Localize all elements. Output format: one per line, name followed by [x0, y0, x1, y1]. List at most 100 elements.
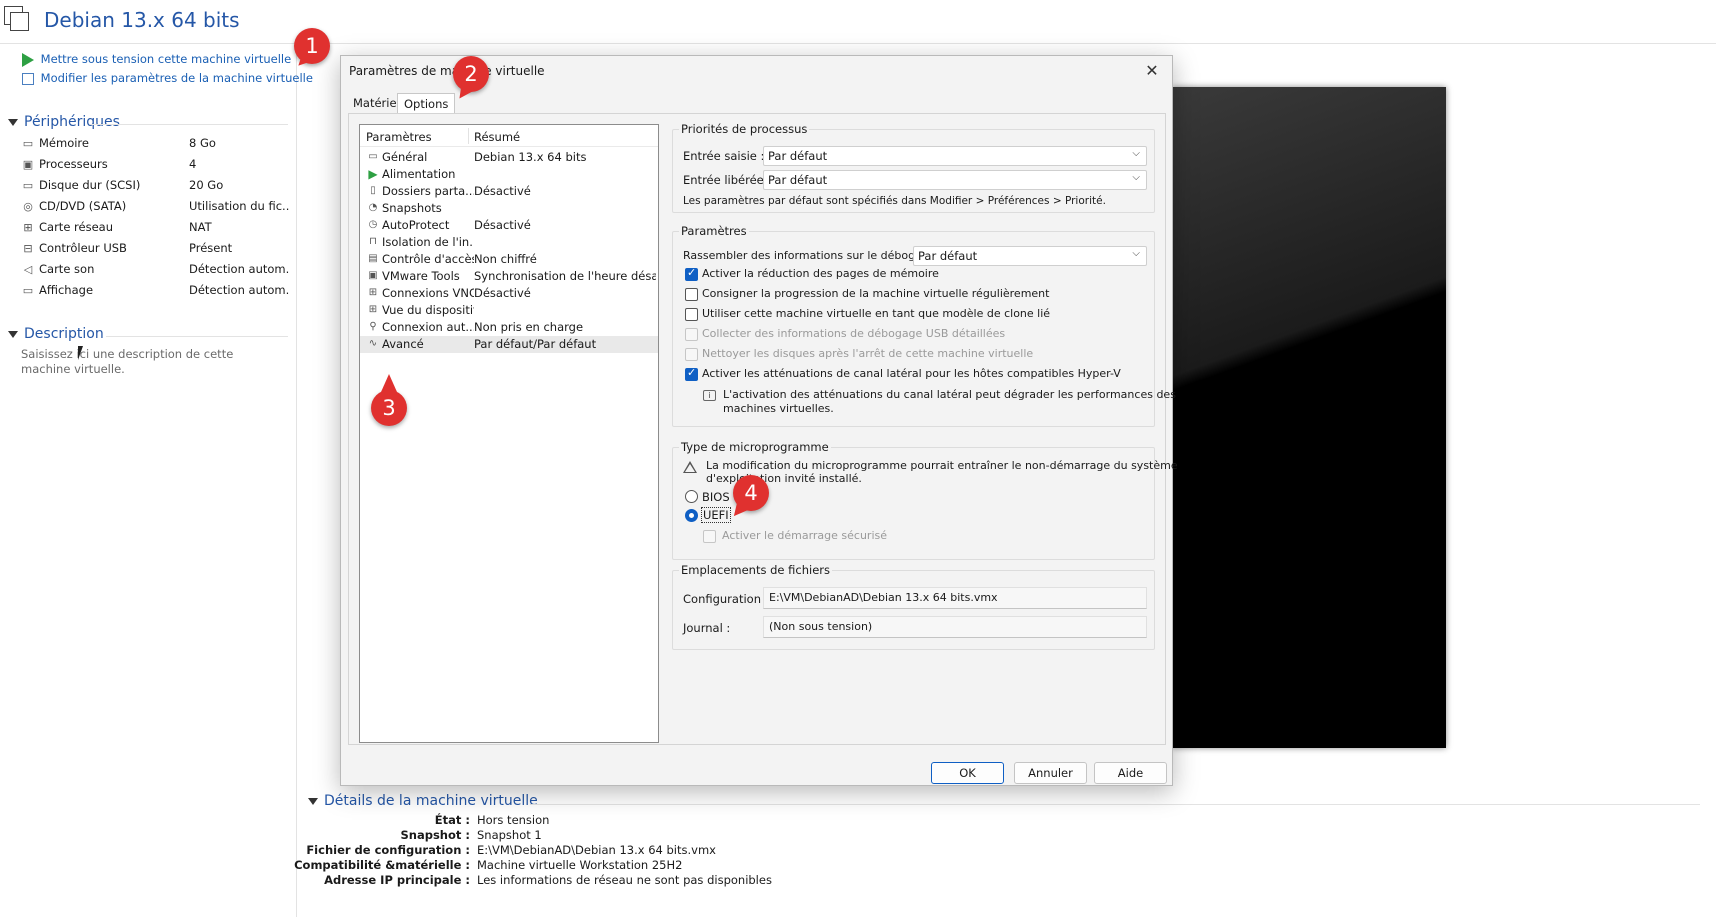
- help-button[interactable]: Aide: [1094, 762, 1167, 784]
- log-path-label: Journal :: [683, 621, 731, 635]
- options-list-row[interactable]: ◷ AutoProtect Désactivé: [360, 217, 658, 234]
- setting-checkbox[interactable]: [685, 348, 698, 361]
- vm-settings-dialog: Paramètres de machine virtuelle ✕ Matéri…: [340, 55, 1178, 786]
- options-list-row[interactable]: ▭ Général Debian 13.x 64 bits: [360, 149, 658, 166]
- device-view-icon: ⊞: [368, 304, 378, 315]
- option-summary: Debian 13.x 64 bits: [474, 150, 587, 164]
- power-on-link[interactable]: Mettre sous tension cette machine virtue…: [41, 52, 292, 66]
- vmware-tools-icon: ▣: [368, 270, 378, 281]
- debug-info-value: Par défaut: [918, 249, 978, 263]
- debug-info-select[interactable]: Par défaut ⌵: [913, 246, 1147, 266]
- detail-label: Fichier de configuration :: [306, 843, 470, 857]
- ok-button[interactable]: OK: [931, 762, 1004, 784]
- close-icon[interactable]: ✕: [1142, 61, 1162, 81]
- column-header-summary[interactable]: Résumé: [474, 130, 520, 144]
- input-grabbed-select[interactable]: Par défaut ⌵: [763, 146, 1147, 166]
- cpu-icon: ▣: [22, 158, 34, 171]
- option-name: Général: [382, 150, 428, 164]
- device-row[interactable]: ⊟ Contrôleur USB Présent: [20, 240, 290, 259]
- bios-label[interactable]: BIOS: [702, 490, 730, 504]
- device-row[interactable]: ▭ Affichage Détection autom...: [20, 282, 290, 301]
- description-placeholder[interactable]: Saisissez ici une description de cette m…: [21, 347, 271, 377]
- device-value: Détection autom...: [189, 283, 289, 297]
- setting-checkbox-label[interactable]: Activer les atténuations de canal latéra…: [702, 367, 1121, 380]
- log-path-field[interactable]: (Non sous tension): [763, 616, 1147, 638]
- option-name: Alimentation: [382, 167, 456, 181]
- file-locations-group: Emplacements de fichiers Configuration :…: [672, 563, 1155, 650]
- cd-dvd-icon: ◎: [23, 200, 33, 213]
- device-row[interactable]: ▣ Processeurs 4: [20, 156, 290, 175]
- options-list-row[interactable]: ⊞ Vue du dispositif: [360, 302, 658, 319]
- options-list-row[interactable]: ⚲ Connexion aut... Non pris en charge: [360, 319, 658, 336]
- setting-checkbox-label[interactable]: Consigner la progression de la machine v…: [702, 287, 1049, 300]
- secure-boot-checkbox[interactable]: [703, 530, 716, 543]
- device-row[interactable]: ⊞ Carte réseau NAT: [20, 219, 290, 238]
- devices-divider: [90, 124, 288, 125]
- shared-folders-icon: ▯: [370, 185, 376, 196]
- process-priorities-title: Priorités de processus: [679, 122, 810, 136]
- edit-settings-action[interactable]: Modifier les paramètres de la machine vi…: [22, 71, 313, 85]
- device-value: NAT: [189, 220, 212, 234]
- tab-options[interactable]: Options: [397, 93, 456, 114]
- column-header-settings[interactable]: Paramètres: [366, 130, 432, 144]
- input-grabbed-value: Par défaut: [768, 149, 828, 163]
- device-row[interactable]: ▭ Disque dur (SCSI) 20 Go: [20, 177, 290, 196]
- setting-checkbox-label[interactable]: Utiliser cette machine virtuelle en tant…: [702, 307, 1050, 320]
- cancel-button[interactable]: Annuler: [1014, 762, 1087, 784]
- option-summary: Désactivé: [474, 184, 531, 198]
- setting-checkbox[interactable]: [685, 328, 698, 341]
- setting-checkbox[interactable]: [685, 266, 698, 281]
- options-list-row[interactable]: ▶ Alimentation: [360, 166, 658, 183]
- autoprotect-icon: ◷: [368, 219, 378, 230]
- options-list-row[interactable]: ▤ Contrôle d'accès Non chiffré: [360, 251, 658, 268]
- uefi-label[interactable]: UEFI: [701, 507, 731, 523]
- device-name: Affichage: [39, 283, 94, 297]
- device-name: Processeurs: [39, 157, 108, 171]
- device-value: Présent: [189, 241, 233, 255]
- options-list-row[interactable]: ⊞ Connexions VNC Désactivé: [360, 285, 658, 302]
- vm-window-icon: [4, 6, 30, 32]
- options-list-row[interactable]: ◔ Snapshots: [360, 200, 658, 217]
- power-icon: ▶: [368, 167, 378, 181]
- setting-checkbox-label[interactable]: Activer la réduction des pages de mémoir…: [702, 267, 939, 280]
- vm-screen-preview[interactable]: [1172, 87, 1446, 748]
- option-summary: Non pris en charge: [474, 320, 584, 334]
- setting-checkbox-label[interactable]: Collecter des informations de débogage U…: [702, 327, 1005, 340]
- device-row[interactable]: ◁ Carte son Détection autom...: [20, 261, 290, 280]
- chevron-down-icon: ⌵: [1132, 148, 1140, 159]
- isolation-icon: ⊓: [369, 236, 377, 247]
- devices-header[interactable]: Périphériques: [8, 114, 120, 130]
- debug-info-label: Rassembler des informations sur le débog…: [683, 249, 943, 262]
- device-row[interactable]: ◎ CD/DVD (SATA) Utilisation du fic...: [20, 198, 290, 217]
- warning-icon-inner: [685, 464, 695, 472]
- option-name: Vue du dispositif: [382, 303, 474, 317]
- power-on-action[interactable]: Mettre sous tension cette machine virtue…: [22, 52, 291, 67]
- options-list-row[interactable]: ⊓ Isolation de l'in...: [360, 234, 658, 251]
- device-name: Disque dur (SCSI): [39, 178, 141, 192]
- device-row[interactable]: ▭ Mémoire 8 Go: [20, 135, 290, 154]
- setting-checkbox[interactable]: [685, 366, 698, 381]
- bios-radio[interactable]: [685, 490, 698, 503]
- option-name: AutoProtect: [382, 218, 450, 232]
- input-ungrabbed-value: Par défaut: [768, 173, 828, 187]
- options-list-row[interactable]: ∿ Avancé Par défaut/Par défaut: [360, 336, 658, 353]
- detail-label: Compatibilité &matérielle :: [294, 858, 470, 872]
- description-header[interactable]: Description: [8, 326, 104, 342]
- options-list[interactable]: Paramètres Résumé ▭ Général Debian 13.x 64…: [359, 124, 659, 743]
- setting-checkbox[interactable]: [685, 288, 698, 301]
- details-divider: [530, 804, 1700, 805]
- input-ungrabbed-select[interactable]: Par défaut ⌵: [763, 170, 1147, 190]
- options-list-row[interactable]: ▯ Dossiers parta... Désactivé: [360, 183, 658, 200]
- details-header[interactable]: Détails de la machine virtuelle: [308, 793, 538, 809]
- options-list-row[interactable]: ▣ VMware Tools Synchronisation de l'heure …: [360, 268, 658, 285]
- detail-value: Hors tension: [477, 813, 550, 827]
- vm-title: Debian 13.x 64 bits: [44, 8, 240, 32]
- config-path-field[interactable]: E:\VM\DebianAD\Debian 13.x 64 bits.vmx: [763, 587, 1147, 609]
- network-icon: ⊞: [23, 221, 33, 234]
- dialog-title: Paramètres de machine virtuelle: [349, 64, 545, 78]
- play-icon: [22, 52, 34, 67]
- edit-settings-link[interactable]: Modifier les paramètres de la machine vi…: [41, 71, 313, 85]
- setting-checkbox[interactable]: [685, 308, 698, 321]
- setting-checkbox-label[interactable]: Nettoyer les disques après l'arrêt de ce…: [702, 347, 1033, 360]
- uefi-radio[interactable]: [685, 509, 698, 522]
